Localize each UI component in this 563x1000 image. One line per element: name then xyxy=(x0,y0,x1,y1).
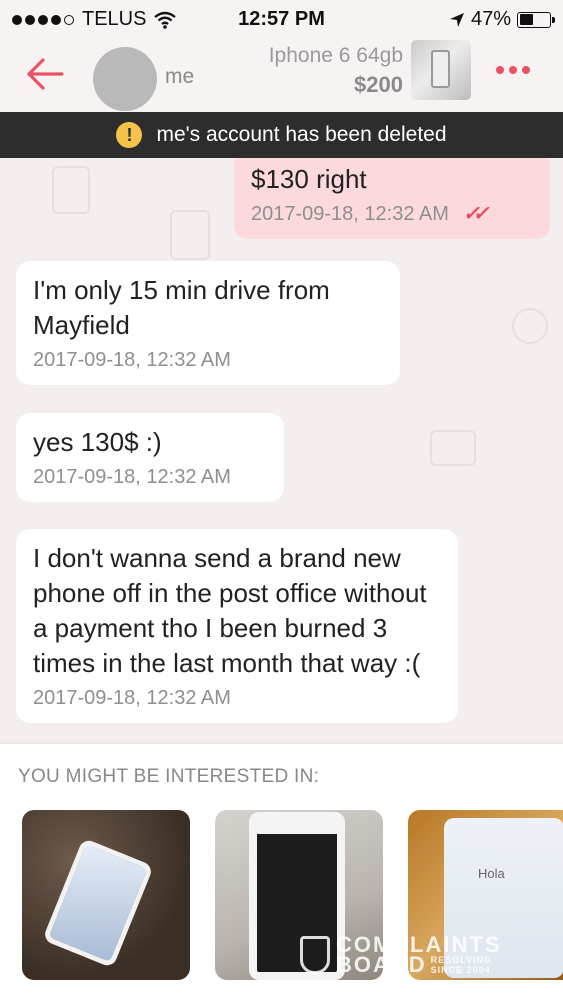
watermark-logo: COMPLAINTS BOARD RESOLVING SINCE 2004 xyxy=(300,934,501,977)
item-thumbnail[interactable] xyxy=(411,40,471,100)
watermark-sub1: RESOLVING xyxy=(430,955,493,965)
back-arrow-icon[interactable] xyxy=(22,52,66,96)
username[interactable]: me xyxy=(165,65,194,89)
message-bubble-incoming[interactable]: yes 130$ :) 2017-09-18, 12:32 AM xyxy=(16,413,284,502)
item-price[interactable]: $200 xyxy=(354,72,403,98)
suggestion-card[interactable] xyxy=(22,810,190,980)
phone-screen-text: Hola xyxy=(478,866,505,881)
battery-percent: 47% xyxy=(470,8,511,30)
message-text: I'm only 15 min drive from Mayfield xyxy=(33,275,330,340)
warning-icon: ! xyxy=(116,122,143,148)
phone-photo xyxy=(42,837,154,969)
avatar[interactable] xyxy=(93,47,157,111)
shield-icon xyxy=(300,936,330,974)
message-timestamp: 2017-09-18, 12:32 AM xyxy=(33,687,231,709)
message-bubble-incoming[interactable]: I don't wanna send a brand new phone off… xyxy=(16,529,458,723)
account-deleted-banner: ! me's account has been deleted xyxy=(0,112,563,158)
battery-group: 47% xyxy=(449,8,555,31)
item-title[interactable]: Iphone 6 64gb xyxy=(269,44,403,68)
banner-text: me's account has been deleted xyxy=(156,123,447,146)
background-pattern xyxy=(52,166,90,214)
message-timestamp: 2017-09-18, 12:32 AM xyxy=(33,349,231,371)
suggestions-title: YOU MIGHT BE INTERESTED IN: xyxy=(18,766,320,787)
chat-header: me Iphone 6 64gb $200 xyxy=(0,40,563,112)
message-text: yes 130$ :) xyxy=(33,427,162,457)
read-receipt-icon: ✓✓ xyxy=(462,203,489,225)
message-text: I don't wanna send a brand new phone off… xyxy=(33,543,427,678)
background-pattern xyxy=(512,308,548,344)
message-timestamp: 2017-09-18, 12:32 AM xyxy=(33,466,231,488)
background-pattern xyxy=(430,430,476,466)
background-pattern xyxy=(170,210,210,260)
watermark-line2: BOARD xyxy=(336,952,427,977)
message-timestamp: 2017-09-18, 12:32 AM xyxy=(251,203,449,225)
more-options-icon[interactable] xyxy=(496,66,530,74)
location-arrow-icon xyxy=(449,12,464,27)
battery-icon xyxy=(517,11,555,28)
message-text: $130 right xyxy=(251,164,367,194)
message-bubble-incoming[interactable]: I'm only 15 min drive from Mayfield 2017… xyxy=(16,261,400,385)
watermark-sub2: SINCE 2004 xyxy=(430,965,491,975)
status-bar: TELUS 12:57 PM 47% xyxy=(0,0,563,40)
message-bubble-outgoing[interactable]: $130 right 2017-09-18, 12:32 AM ✓✓ xyxy=(234,158,550,239)
message-list[interactable]: $130 right 2017-09-18, 12:32 AM ✓✓ I'm o… xyxy=(0,158,563,743)
phone-image-icon xyxy=(431,50,450,88)
